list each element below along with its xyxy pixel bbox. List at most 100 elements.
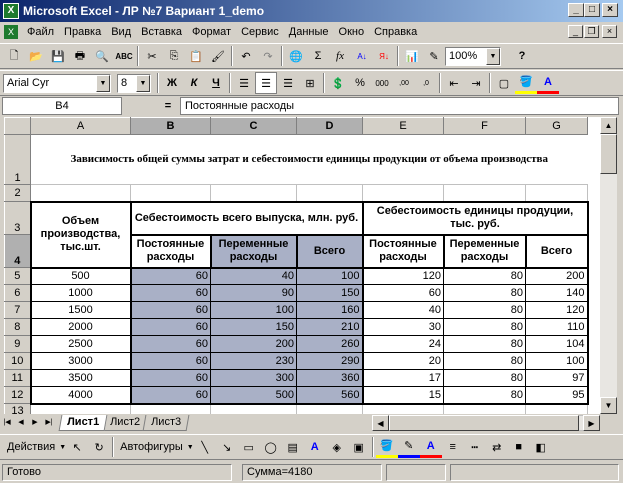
line-style-icon[interactable]: ≡ bbox=[442, 436, 464, 458]
data-cell[interactable]: 1000 bbox=[29, 284, 132, 302]
menu-insert[interactable]: Вставка bbox=[136, 26, 187, 38]
formula-input[interactable]: Постоянные расходы bbox=[180, 97, 619, 115]
font-select[interactable]: Arial Cyr ▼ bbox=[3, 73, 111, 93]
tab-sheet3[interactable]: Лист3 bbox=[142, 415, 190, 431]
scroll-left-icon[interactable]: ◀ bbox=[372, 415, 389, 431]
row-header[interactable]: 6 bbox=[4, 284, 31, 302]
select-all-corner[interactable] bbox=[4, 117, 31, 135]
data-cell[interactable]: 30 bbox=[361, 318, 444, 336]
increase-decimal-icon[interactable]: ,00 bbox=[393, 72, 415, 94]
indent-decrease-icon[interactable]: ⇤ bbox=[443, 72, 465, 94]
arrow-style-icon[interactable]: ⇄ bbox=[486, 436, 508, 458]
header-variable-costs[interactable]: Переменные расходы bbox=[209, 233, 298, 269]
scroll-right-icon[interactable]: ▶ bbox=[583, 415, 600, 431]
data-cell[interactable]: 60 bbox=[129, 301, 211, 319]
data-cell[interactable]: 100 bbox=[210, 301, 297, 319]
row-header[interactable]: 7 bbox=[4, 301, 31, 319]
data-cell[interactable]: 3000 bbox=[29, 352, 132, 370]
data-cell[interactable]: 80 bbox=[443, 369, 526, 387]
preview-icon[interactable]: 🔍 bbox=[91, 45, 113, 67]
data-cell[interactable]: 80 bbox=[443, 352, 526, 370]
row-header[interactable]: 8 bbox=[4, 318, 31, 336]
line-color-icon[interactable]: ✎ bbox=[397, 436, 420, 458]
data-cell[interactable]: 60 bbox=[129, 335, 211, 353]
data-cell[interactable]: 1500 bbox=[29, 301, 132, 319]
column-header[interactable]: E bbox=[362, 117, 444, 135]
paste-icon[interactable]: 📋 bbox=[185, 45, 207, 67]
data-cell[interactable]: 2000 bbox=[29, 318, 132, 336]
data-cell[interactable]: 60 bbox=[129, 284, 211, 302]
3d-icon[interactable]: ◧ bbox=[530, 436, 552, 458]
rectangle-icon[interactable]: ▭ bbox=[238, 436, 260, 458]
data-cell[interactable]: 104 bbox=[525, 335, 589, 353]
data-cell[interactable]: 2500 bbox=[29, 335, 132, 353]
data-cell[interactable]: 95 bbox=[525, 386, 589, 405]
column-header[interactable]: F bbox=[443, 117, 526, 135]
menu-file[interactable]: Файл bbox=[22, 26, 59, 38]
data-cell[interactable]: 100 bbox=[296, 267, 364, 285]
borders-icon[interactable]: ▢ bbox=[493, 72, 515, 94]
scroll-up-icon[interactable]: ▲ bbox=[600, 117, 617, 134]
name-box[interactable]: B4 bbox=[2, 97, 122, 115]
menu-view[interactable]: Вид bbox=[106, 26, 136, 38]
data-cell[interactable]: 90 bbox=[210, 284, 297, 302]
percent-icon[interactable]: % bbox=[349, 72, 371, 94]
data-cell[interactable]: 60 bbox=[129, 352, 211, 370]
arrow-icon[interactable]: ↘ bbox=[216, 436, 238, 458]
align-center-icon[interactable]: ☰ bbox=[255, 72, 277, 94]
data-cell[interactable]: 60 bbox=[129, 318, 211, 336]
row-header[interactable]: 2 bbox=[4, 184, 31, 202]
redo-icon[interactable]: ↷ bbox=[257, 45, 279, 67]
data-cell[interactable]: 260 bbox=[296, 335, 364, 353]
data-cell[interactable]: 300 bbox=[210, 369, 297, 387]
data-cell[interactable]: 200 bbox=[525, 267, 589, 285]
row-header[interactable]: 1 bbox=[4, 134, 31, 185]
last-sheet-icon[interactable]: ▶| bbox=[42, 416, 56, 430]
scroll-thumb[interactable] bbox=[600, 134, 617, 174]
row-header[interactable]: 10 bbox=[4, 352, 31, 370]
row-header[interactable]: 11 bbox=[4, 369, 31, 387]
font-size-select[interactable]: 8 ▼ bbox=[117, 73, 151, 93]
hyperlink-icon[interactable]: 🌐 bbox=[285, 45, 307, 67]
tab-sheet2[interactable]: Лист2 bbox=[101, 415, 149, 431]
currency-icon[interactable]: 💲 bbox=[327, 72, 349, 94]
clipart-icon[interactable]: ◈ bbox=[326, 436, 348, 458]
fill-color-icon[interactable]: 🪣 bbox=[515, 72, 537, 94]
data-cell[interactable]: 160 bbox=[296, 301, 364, 319]
spelling-icon[interactable]: ABC bbox=[113, 45, 135, 67]
align-right-icon[interactable]: ☰ bbox=[277, 72, 299, 94]
doc-restore-button[interactable]: ❐ bbox=[584, 25, 599, 38]
indent-increase-icon[interactable]: ⇥ bbox=[465, 72, 487, 94]
data-cell[interactable]: 230 bbox=[210, 352, 297, 370]
oval-icon[interactable]: ◯ bbox=[260, 436, 282, 458]
select-objects-icon[interactable]: ↖ bbox=[66, 436, 88, 458]
data-cell[interactable]: 150 bbox=[296, 284, 364, 302]
rotate-icon[interactable]: ↻ bbox=[88, 436, 110, 458]
autosum-icon[interactable]: Σ bbox=[307, 45, 329, 67]
autoshapes-menu[interactable]: Автофигуры bbox=[116, 441, 187, 453]
menu-help[interactable]: Справка bbox=[369, 26, 422, 38]
new-icon[interactable]: 🗋 bbox=[3, 45, 25, 67]
horizontal-scrollbar[interactable]: ◀ ▶ bbox=[372, 415, 600, 431]
data-cell[interactable]: 80 bbox=[443, 386, 526, 405]
worksheet-grid[interactable]: A B C D E F G 1 Зависимость общей суммы … bbox=[4, 117, 600, 414]
first-sheet-icon[interactable]: |◀ bbox=[0, 416, 14, 430]
row-header[interactable]: 13 bbox=[4, 403, 31, 414]
bold-button[interactable]: Ж bbox=[161, 72, 183, 94]
data-cell[interactable]: 60 bbox=[129, 267, 211, 285]
print-icon[interactable]: 🖶 bbox=[69, 45, 91, 67]
align-left-icon[interactable]: ☰ bbox=[233, 72, 255, 94]
vertical-scrollbar[interactable]: ▲ ▼ bbox=[600, 117, 617, 414]
data-cell[interactable]: 500 bbox=[210, 386, 297, 405]
save-icon[interactable]: 💾 bbox=[47, 45, 69, 67]
undo-icon[interactable]: ↶ bbox=[235, 45, 257, 67]
data-cell[interactable]: 80 bbox=[443, 267, 526, 285]
doc-close-button[interactable]: × bbox=[602, 25, 617, 38]
chevron-down-icon[interactable]: ▼ bbox=[96, 74, 110, 92]
data-cell[interactable]: 40 bbox=[361, 301, 444, 319]
data-cell[interactable]: 120 bbox=[525, 301, 589, 319]
row-header[interactable]: 12 bbox=[4, 386, 31, 404]
column-header[interactable]: D bbox=[296, 117, 363, 135]
data-cell[interactable]: 60 bbox=[129, 369, 211, 387]
menu-data[interactable]: Данные bbox=[284, 26, 334, 38]
